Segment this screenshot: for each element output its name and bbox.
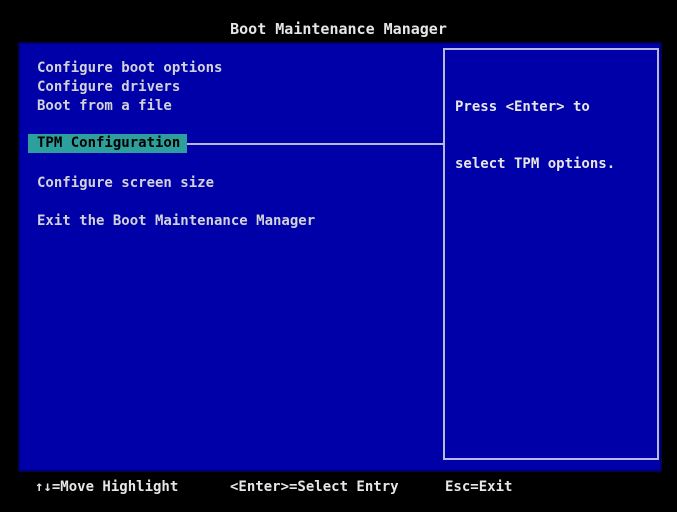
keyhint-move-highlight: ↑↓=Move Highlight xyxy=(35,478,178,496)
boot-maintenance-panel: Configure boot options Configure drivers… xyxy=(18,42,662,472)
menu-item-exit-boot-maintenance-manager[interactable]: Exit the Boot Maintenance Manager xyxy=(37,213,315,230)
page-title: Boot Maintenance Manager xyxy=(0,21,677,38)
menu-item-tpm-configuration[interactable]: TPM Configuration xyxy=(28,134,187,153)
menu-item-configure-drivers[interactable]: Configure drivers xyxy=(37,79,180,96)
status-bar: ↑↓=Move Highlight <Enter>=Select Entry E… xyxy=(0,478,677,498)
help-text-line2: select TPM options. xyxy=(455,155,615,174)
menu-item-configure-screen-size[interactable]: Configure screen size xyxy=(37,175,214,192)
help-text-line1: Press <Enter> to xyxy=(455,98,615,117)
menu-item-boot-from-a-file[interactable]: Boot from a file xyxy=(37,98,172,115)
menu-item-configure-boot-options[interactable]: Configure boot options xyxy=(37,60,222,77)
bios-screen: Boot Maintenance Manager Configure boot … xyxy=(0,0,677,512)
keyhint-esc-exit: Esc=Exit xyxy=(445,478,512,496)
help-text: Press <Enter> to select TPM options. xyxy=(455,60,615,212)
help-panel: Press <Enter> to select TPM options. xyxy=(443,48,659,460)
keyhint-select-entry: <Enter>=Select Entry xyxy=(230,478,399,496)
selection-connector-line xyxy=(187,143,443,145)
